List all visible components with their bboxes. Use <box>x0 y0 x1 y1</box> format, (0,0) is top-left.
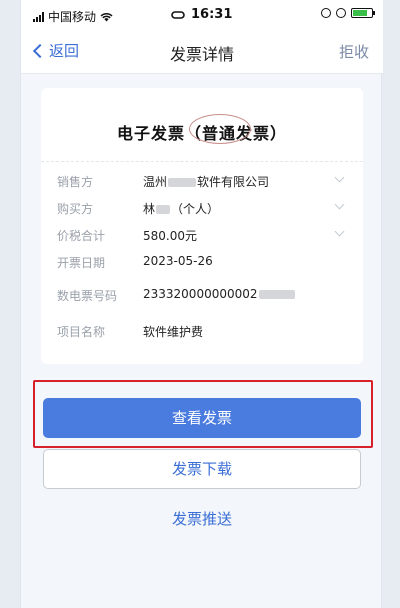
field-value: 580.00元 <box>143 229 197 243</box>
field-item-name: 项目名称 软件维护费 <box>41 320 363 342</box>
status-center: 16:31 <box>171 7 232 22</box>
status-left: 中国移动 <box>33 8 113 25</box>
field-value: 林 （个人） <box>143 200 219 217</box>
status-bar: 中国移动 16:31 <box>21 0 383 30</box>
chevron-down-icon[interactable] <box>334 199 345 210</box>
field-label: 价税合计 <box>57 229 106 243</box>
chevron-down-icon[interactable] <box>334 172 345 183</box>
battery-icon <box>351 8 375 18</box>
field-buyer[interactable]: 购买方 林 （个人） <box>41 197 363 219</box>
field-value: 2023-05-26 <box>143 254 213 268</box>
field-invoice-number: 数电票号码 233320000000002 <box>41 284 363 306</box>
field-total[interactable]: 价税合计 580.00元 <box>41 224 363 246</box>
chevron-down-icon[interactable] <box>334 226 345 237</box>
redaction-mask <box>168 178 197 187</box>
buyer-prefix: 林 <box>143 202 156 216</box>
field-seller[interactable]: 销售方 温州 软件有限公司 <box>41 170 363 192</box>
field-label: 项目名称 <box>57 325 106 339</box>
field-label: 开票日期 <box>57 256 106 270</box>
field-value: 233320000000002 <box>143 287 296 301</box>
field-issue-date: 开票日期 2023-05-26 <box>41 251 363 273</box>
field-label: 数电票号码 <box>57 289 118 303</box>
status-right <box>321 8 375 18</box>
stamp-ring-icon <box>189 114 251 144</box>
phone-screen: 中国移动 16:31 返回 发票详情 拒收 电子发票（普通发票） 销售方 温州 … <box>20 0 383 608</box>
highlight-annotation-box <box>33 380 373 448</box>
field-value: 软件维护费 <box>143 325 204 339</box>
field-value: 温州 软件有限公司 <box>143 173 269 190</box>
wifi-icon <box>100 12 113 21</box>
nav-bar: 返回 发票详情 拒收 <box>21 30 383 74</box>
invoice-card: 电子发票（普通发票） 销售方 温州 软件有限公司 购买方 林 （个人） 价税合计 5… <box>41 88 363 364</box>
signal-icon <box>33 11 44 22</box>
seller-suffix: 软件有限公司 <box>197 175 270 189</box>
redaction-mask <box>156 205 171 214</box>
field-label: 购买方 <box>57 202 94 216</box>
buyer-suffix: （个人） <box>171 202 220 216</box>
push-invoice-button[interactable]: 发票推送 <box>43 508 361 529</box>
alarm-icon <box>336 8 346 18</box>
location-icon <box>321 8 331 18</box>
carrier-name: 中国移动 <box>48 10 97 24</box>
redaction-mask <box>258 290 295 299</box>
link-icon <box>171 10 185 19</box>
status-time: 16:31 <box>191 7 233 22</box>
reject-button[interactable]: 拒收 <box>339 41 369 62</box>
invoice-card-header: 电子发票（普通发票） <box>41 88 363 162</box>
invoice-number-text: 233320000000002 <box>143 287 258 301</box>
seller-prefix: 温州 <box>143 175 168 189</box>
page-title: 发票详情 <box>169 45 234 64</box>
field-label: 销售方 <box>57 175 94 189</box>
download-invoice-button[interactable]: 发票下载 <box>43 449 361 489</box>
